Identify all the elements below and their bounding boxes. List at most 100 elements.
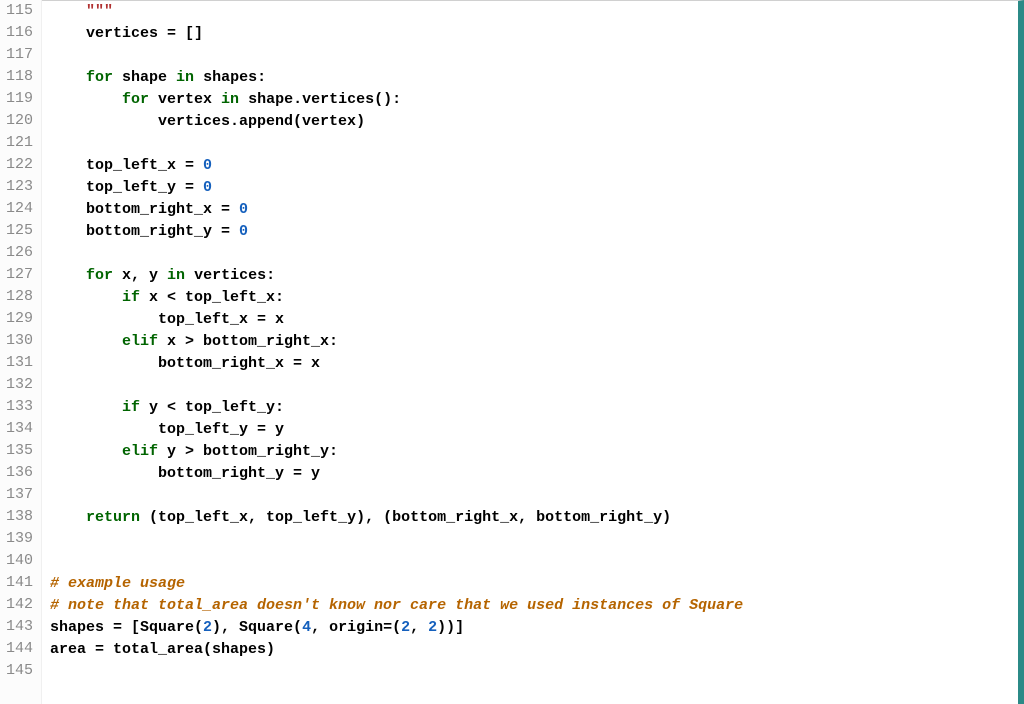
token-kw: in <box>167 267 185 284</box>
token-num: 4 <box>302 619 311 636</box>
line-number: 145 <box>0 660 33 682</box>
code-line: top_left_y = 0 <box>50 177 1018 199</box>
token-num: 0 <box>203 179 212 196</box>
token-var: shapes = [Square( <box>50 619 203 636</box>
token-kw: if <box>122 399 140 416</box>
line-number: 125 <box>0 220 33 242</box>
token-var: (top_left_x, top_left_y), (bottom_right_… <box>140 509 671 526</box>
code-line <box>50 375 1018 397</box>
code-line: for shape in shapes: <box>50 67 1018 89</box>
code-line <box>50 529 1018 551</box>
code-line: bottom_right_y = 0 <box>50 221 1018 243</box>
line-number: 124 <box>0 198 33 220</box>
token-kw: elif <box>122 443 158 460</box>
token-num: 2 <box>203 619 212 636</box>
code-line: if y < top_left_y: <box>50 397 1018 419</box>
token-cmt: # example usage <box>50 575 185 592</box>
token-var: y > bottom_right_y: <box>158 443 338 460</box>
code-line <box>50 243 1018 265</box>
line-number: 117 <box>0 44 33 66</box>
line-number: 133 <box>0 396 33 418</box>
token-var: x < top_left_x: <box>140 289 284 306</box>
line-number: 129 <box>0 308 33 330</box>
line-number: 127 <box>0 264 33 286</box>
line-number: 139 <box>0 528 33 550</box>
code-line: """ <box>50 1 1018 23</box>
token-var: area = total_area(shapes) <box>50 641 275 658</box>
code-area[interactable]: """ vertices = [] for shape in shapes: f… <box>42 0 1024 704</box>
line-number: 122 <box>0 154 33 176</box>
token-kw: elif <box>122 333 158 350</box>
token-kw: if <box>122 289 140 306</box>
token-var: , <box>410 619 428 636</box>
code-line: bottom_right_x = 0 <box>50 199 1018 221</box>
token-num: 0 <box>203 157 212 174</box>
code-line <box>50 133 1018 155</box>
code-line: # note that total_area doesn't know nor … <box>50 595 1018 617</box>
token-cmt: # note that total_area doesn't know nor … <box>50 597 743 614</box>
token-kw: for <box>86 267 113 284</box>
line-number: 138 <box>0 506 33 528</box>
token-var: vertices = [] <box>86 25 203 42</box>
token-kw: in <box>221 91 239 108</box>
token-var: shape <box>113 69 176 86</box>
line-number: 143 <box>0 616 33 638</box>
line-number: 120 <box>0 110 33 132</box>
line-number: 128 <box>0 286 33 308</box>
token-var: vertices.append(vertex) <box>158 113 365 130</box>
token-str: """ <box>86 3 113 20</box>
line-number: 130 <box>0 330 33 352</box>
token-var: x, y <box>113 267 167 284</box>
code-line <box>50 661 1018 683</box>
code-line: for x, y in vertices: <box>50 265 1018 287</box>
token-var: , origin=( <box>311 619 401 636</box>
token-var: vertex <box>149 91 221 108</box>
token-var: shapes: <box>194 69 266 86</box>
token-num: 0 <box>239 223 248 240</box>
code-line: for vertex in shape.vertices(): <box>50 89 1018 111</box>
code-line: top_left_x = x <box>50 309 1018 331</box>
code-line: top_left_x = 0 <box>50 155 1018 177</box>
code-line: shapes = [Square(2), Square(4, origin=(2… <box>50 617 1018 639</box>
code-line: if x < top_left_x: <box>50 287 1018 309</box>
code-line: # example usage <box>50 573 1018 595</box>
code-line: vertices.append(vertex) <box>50 111 1018 133</box>
line-number: 136 <box>0 462 33 484</box>
line-number-gutter: 1151161171181191201211221231241251261271… <box>0 0 42 704</box>
code-line: area = total_area(shapes) <box>50 639 1018 661</box>
code-line: vertices = [] <box>50 23 1018 45</box>
line-number: 137 <box>0 484 33 506</box>
line-number: 115 <box>0 0 33 22</box>
token-num: 0 <box>239 201 248 218</box>
token-kw: return <box>86 509 140 526</box>
line-number: 141 <box>0 572 33 594</box>
token-kw: in <box>176 69 194 86</box>
token-var: top_left_y = y <box>158 421 284 438</box>
token-var: y < top_left_y: <box>140 399 284 416</box>
line-number: 121 <box>0 132 33 154</box>
token-var: top_left_x = x <box>158 311 284 328</box>
code-line <box>50 45 1018 67</box>
line-number: 140 <box>0 550 33 572</box>
line-number: 118 <box>0 66 33 88</box>
token-var: x > bottom_right_x: <box>158 333 338 350</box>
token-var: bottom_right_x = x <box>158 355 320 372</box>
token-var: top_left_x = <box>86 157 203 174</box>
token-var: ), Square( <box>212 619 302 636</box>
line-number: 119 <box>0 88 33 110</box>
line-number: 131 <box>0 352 33 374</box>
code-line <box>50 551 1018 573</box>
line-number: 135 <box>0 440 33 462</box>
token-num: 2 <box>401 619 410 636</box>
code-line: return (top_left_x, top_left_y), (bottom… <box>50 507 1018 529</box>
token-var: ))] <box>437 619 464 636</box>
code-line: elif x > bottom_right_x: <box>50 331 1018 353</box>
token-var: bottom_right_y = y <box>158 465 320 482</box>
token-var: shape.vertices(): <box>239 91 401 108</box>
code-line: top_left_y = y <box>50 419 1018 441</box>
token-kw: for <box>122 91 149 108</box>
token-num: 2 <box>428 619 437 636</box>
line-number: 123 <box>0 176 33 198</box>
line-number: 132 <box>0 374 33 396</box>
code-editor: 1151161171181191201211221231241251261271… <box>0 0 1024 704</box>
